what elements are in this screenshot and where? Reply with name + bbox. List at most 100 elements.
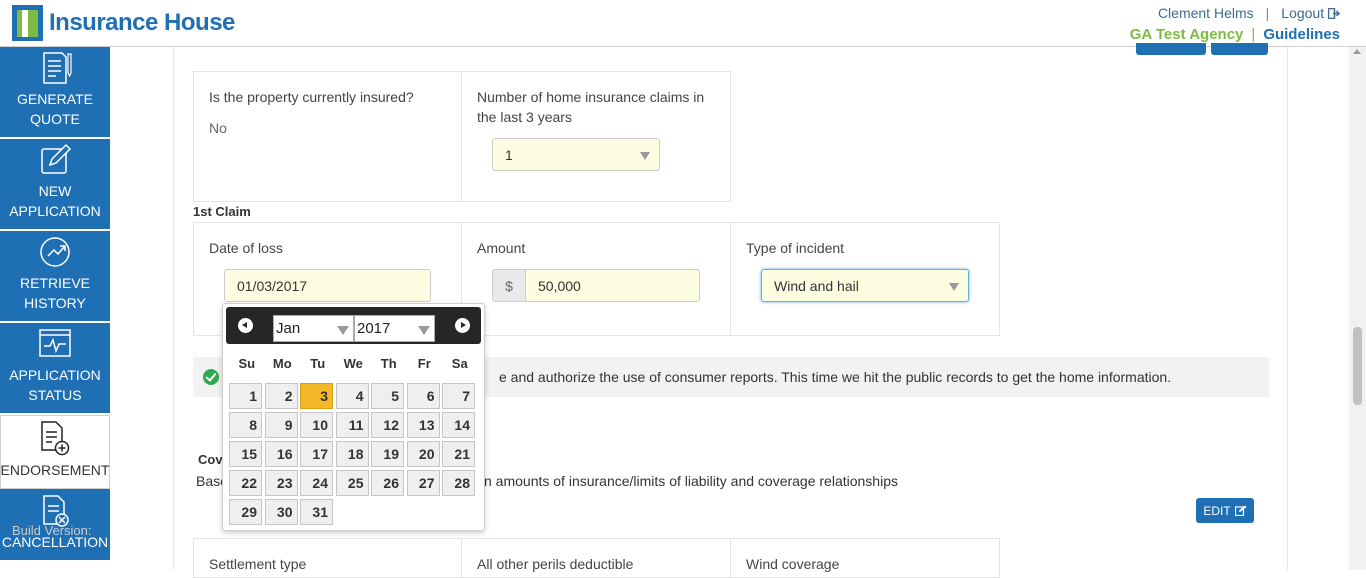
history-icon <box>40 237 70 267</box>
day-cell[interactable]: 3 <box>300 383 333 409</box>
action-button[interactable] <box>1136 43 1206 55</box>
day-cell[interactable]: 17 <box>300 441 333 467</box>
guidelines-link[interactable]: Guidelines <box>1263 26 1340 43</box>
weekday-label: Th <box>380 356 397 371</box>
day-cell[interactable]: 22 <box>229 470 262 496</box>
day-cell[interactable]: 6 <box>406 383 440 409</box>
sidebar-item-application-status[interactable]: APPLICATION STATUS <box>0 323 110 415</box>
next-month-icon[interactable] <box>455 318 470 333</box>
prev-month-icon[interactable] <box>238 318 253 333</box>
logout-icon <box>1327 7 1341 20</box>
document-add-icon <box>41 421 70 456</box>
sidebar-item-new-application[interactable]: NEW APPLICATION <box>0 139 110 231</box>
separator: | <box>1265 5 1270 21</box>
logout-link[interactable]: Logout <box>1281 5 1341 21</box>
logo[interactable]: Insurance House <box>12 5 235 41</box>
amount-value: 50,000 <box>538 277 581 294</box>
date-picker-header: Jan 2017 <box>226 307 481 344</box>
sidebar-item-label: RETRIEVE HISTORY <box>19 275 90 311</box>
insured-question: Is the property currently insured? <box>209 89 414 105</box>
action-button[interactable] <box>1211 43 1268 55</box>
incident-cell: Type of incident Wind and hail <box>730 222 1000 336</box>
wind-label: Wind coverage <box>746 556 840 572</box>
day-cell[interactable]: 10 <box>300 412 333 438</box>
day-cell[interactable]: 26 <box>371 470 404 496</box>
amount-label: Amount <box>477 240 526 256</box>
day-cell[interactable]: 12 <box>371 412 404 438</box>
day-cell[interactable]: 21 <box>442 441 475 467</box>
sidebar-item-generate-quote[interactable]: GENERATE QUOTE <box>0 47 110 139</box>
separator: | <box>1251 26 1256 43</box>
day-cell[interactable]: 31 <box>300 499 333 525</box>
day-cell[interactable]: 9 <box>264 412 298 438</box>
notice-text: e and authorize the use of consumer repo… <box>499 369 1172 385</box>
day-cell[interactable]: 11 <box>335 412 369 438</box>
deductible-label: All other perils deductible <box>477 556 634 572</box>
top-action-buttons <box>1136 43 1268 55</box>
agency-row: GA Test Agency | Guidelines <box>1130 26 1340 43</box>
weekday-label: Fr <box>417 356 431 371</box>
weekday-label: Su <box>238 356 256 371</box>
weekday-header: Su Mo Tu We Th Fr Sa <box>229 356 478 371</box>
day-cell[interactable]: 25 <box>335 470 369 496</box>
claims-count-select[interactable]: 1 <box>492 138 660 171</box>
pencil-icon <box>41 143 72 174</box>
coverage-title: Cov <box>198 452 223 467</box>
amount-input[interactable]: 50,000 <box>525 269 700 302</box>
day-cell[interactable]: 30 <box>264 499 298 525</box>
day-cell[interactable]: 5 <box>371 383 404 409</box>
user-name[interactable]: Clement Helms <box>1158 5 1254 21</box>
day-cell[interactable]: 28 <box>442 470 475 496</box>
chevron-down-icon <box>418 326 430 335</box>
day-cell[interactable]: 18 <box>335 441 369 467</box>
incident-type-select[interactable]: Wind and hail <box>761 269 969 302</box>
day-cell[interactable]: 13 <box>406 412 440 438</box>
day-cell[interactable]: 16 <box>264 441 298 467</box>
scroll-up-icon[interactable] <box>1353 49 1361 54</box>
settlement-label: Settlement type <box>209 556 307 572</box>
scrollbar-thumb[interactable] <box>1353 327 1362 405</box>
day-grid: 1 2 3 4 5 6 7 8 9 10 11 12 13 14 15 16 17 18 19 20 21 22 23 24 2… <box>229 383 478 528</box>
weekday-label: We <box>343 356 363 371</box>
weekday-label: Tu <box>310 356 326 371</box>
coverage-desc-end: n amounts of insurance/limits of liabili… <box>484 473 898 489</box>
day-cell[interactable]: 27 <box>406 470 440 496</box>
incident-label: Type of incident <box>746 240 845 256</box>
sidebar-item-label: GENERATE QUOTE <box>17 91 93 127</box>
year-select[interactable]: 2017 <box>354 315 435 342</box>
sidebar-item-retrieve-history[interactable]: RETRIEVE HISTORY <box>0 231 110 323</box>
build-version: Build Version: <box>12 523 92 538</box>
day-cell[interactable]: 4 <box>335 383 369 409</box>
day-cell[interactable]: 8 <box>229 412 262 438</box>
date-of-loss-label: Date of loss <box>209 240 283 256</box>
year-value: 2017 <box>357 320 391 337</box>
day-cell[interactable]: 7 <box>442 383 475 409</box>
day-cell[interactable]: 20 <box>406 441 440 467</box>
day-cell[interactable]: 1 <box>229 383 262 409</box>
logo-mark-icon <box>12 5 43 41</box>
insured-cell: Is the property currently insured? No <box>193 71 462 202</box>
date-of-loss-input[interactable]: 01/03/2017 <box>224 269 431 302</box>
user-row: Clement Helms | Logout <box>1158 5 1341 21</box>
day-cell[interactable]: 15 <box>229 441 262 467</box>
sidebar-item-endorsement[interactable]: ENDORSEMENT <box>0 415 110 489</box>
day-cell[interactable]: 23 <box>264 470 298 496</box>
agency-link[interactable]: GA Test Agency <box>1130 26 1244 43</box>
edit-coverage-button[interactable]: EDIT <box>1196 498 1254 523</box>
chevron-down-icon <box>949 283 959 291</box>
logo-text: Insurance House <box>49 9 235 36</box>
date-of-loss-value: 01/03/2017 <box>237 277 308 294</box>
scrollbar[interactable] <box>1349 47 1366 570</box>
currency-addon: $ <box>492 269 526 302</box>
incident-type-value: Wind and hail <box>774 277 859 294</box>
claims-cell: Number of home insurance claims in the l… <box>461 71 731 202</box>
day-cell[interactable]: 19 <box>371 441 404 467</box>
day-cell[interactable]: 29 <box>229 499 262 525</box>
month-value: Jan <box>276 320 301 337</box>
date-picker: Jan 2017 Su Mo Tu We Th Fr Sa 1 2 3 4 5 6 7 8 9 10 11 12 1… <box>222 303 485 531</box>
day-cell[interactable]: 24 <box>300 470 333 496</box>
day-cell[interactable]: 14 <box>442 412 475 438</box>
month-select[interactable]: Jan <box>273 315 354 342</box>
top-bar: Insurance House Clement Helms | Logout G… <box>0 0 1366 47</box>
day-cell[interactable]: 2 <box>264 383 298 409</box>
